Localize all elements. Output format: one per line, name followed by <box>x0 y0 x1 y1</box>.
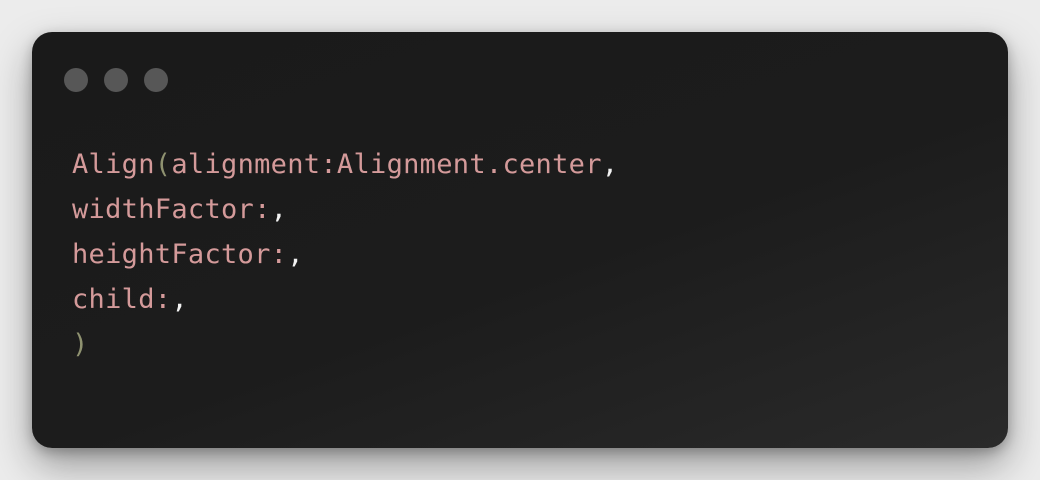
code-token: widthFactor: <box>72 194 271 225</box>
code-token: heightFactor: <box>72 239 288 270</box>
code-token: Align <box>72 149 155 180</box>
code-line-3: heightFactor:, <box>72 232 618 277</box>
code-token: , <box>287 239 304 270</box>
code-token: alignment:Alignment.center <box>171 149 602 180</box>
code-token: ) <box>72 329 89 360</box>
code-token: ( <box>154 149 172 180</box>
code-line-5: ) <box>72 322 618 367</box>
window-controls <box>64 68 168 92</box>
code-token: , <box>601 149 619 180</box>
code-token: , <box>270 194 288 225</box>
window-dot-3[interactable] <box>144 68 168 92</box>
code-line-1: Align(alignment:Alignment.center, <box>72 142 618 187</box>
code-token: , <box>171 284 188 315</box>
code-window: Align(alignment:Alignment.center, widthFa… <box>32 32 1008 448</box>
code-block: Align(alignment:Alignment.center, widthFa… <box>72 142 618 367</box>
window-dot-2[interactable] <box>104 68 128 92</box>
window-dot-1[interactable] <box>64 68 88 92</box>
code-line-4: child:, <box>72 277 618 322</box>
code-line-2: widthFactor:, <box>72 187 618 232</box>
code-token: child: <box>72 284 172 315</box>
